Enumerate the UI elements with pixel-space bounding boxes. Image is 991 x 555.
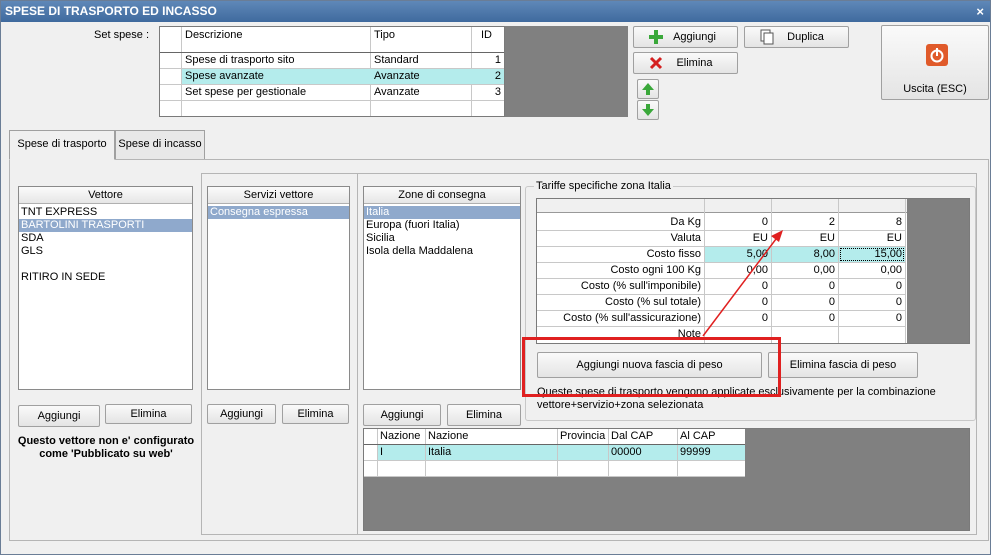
tab-spese-di-incasso[interactable]: Spese di incasso (115, 130, 205, 159)
tariffe-title: Tariffe specifiche zona Italia (534, 180, 673, 192)
vettore-warning: Questo vettore non e' configurato come '… (17, 435, 195, 460)
plus-icon (649, 30, 663, 44)
move-up-button[interactable] (637, 79, 659, 99)
elimina-button[interactable]: Elimina (633, 52, 738, 74)
list-item-selected[interactable]: Italia (364, 206, 520, 219)
tariffa-label: Costo (% sull'assicurazione) (563, 312, 701, 324)
close-icon[interactable]: × (976, 1, 984, 22)
servizi-elimina-button[interactable]: Elimina (282, 404, 349, 424)
zone-header: Zone di consegna (364, 187, 520, 204)
col-nazione-codice: Nazione (380, 430, 421, 442)
set-spese-row[interactable]: Spese di trasporto sito Standard 1 (182, 53, 504, 68)
tariffa-label: Valuta (670, 232, 701, 244)
set-spese-row[interactable]: Set spese per gestionale Avanzate 3 (182, 85, 504, 100)
vettore-header: Vettore (19, 187, 192, 204)
window-title: SPESE DI TRASPORTO ED INCASSO (5, 4, 217, 18)
highlight-box (522, 337, 781, 397)
col-nazione: Nazione (428, 430, 469, 442)
servizi-list[interactable]: Servizi vettore Consegna espressa (207, 186, 350, 390)
title-bar: SPESE DI TRASPORTO ED INCASSO × (1, 1, 990, 22)
aggiungi-button[interactable]: Aggiungi (633, 26, 738, 48)
tab-spese-di-trasporto[interactable]: Spese di trasporto (9, 130, 115, 160)
servizi-header: Servizi vettore (208, 187, 349, 204)
list-item[interactable]: Sicilia (364, 232, 520, 245)
nazioni-row-selected[interactable]: I Italia 00000 99999 (377, 445, 745, 460)
vettore-aggiungi-button[interactable]: Aggiungi (18, 405, 100, 427)
duplica-button[interactable]: Duplica (744, 26, 849, 48)
list-item[interactable]: TNT EXPRESS (19, 206, 192, 219)
vettore-list[interactable]: Vettore TNT EXPRESS BARTOLINI TRASPORTI … (18, 186, 193, 390)
tariffa-label: Costo (% sull'imponibile) (580, 280, 701, 292)
tariffa-label: Da Kg (670, 216, 701, 228)
copy-icon (760, 29, 774, 45)
arrow-down-icon (642, 104, 654, 116)
vettore-elimina-button[interactable]: Elimina (105, 404, 192, 424)
tariffa-label: Costo fisso (646, 248, 701, 260)
tariffa-cell[interactable]: 0 (839, 295, 905, 310)
nazioni-grid: Nazione Nazione Provincia Dal CAP Al CAP… (363, 428, 970, 531)
arrow-up-icon (642, 83, 654, 95)
uscita-button[interactable]: Uscita (ESC) (881, 25, 989, 100)
tariffa-label: Costo ogni 100 Kg (610, 264, 701, 276)
col-dal-cap: Dal CAP (611, 430, 654, 442)
col-tipo: Tipo (374, 29, 395, 41)
main-window: SPESE DI TRASPORTO ED INCASSO × Set spes… (0, 0, 991, 555)
tariffa-label: Costo (% sul totale) (605, 296, 701, 308)
tariffa-cell-focused[interactable]: 15,00 (839, 247, 905, 262)
list-item[interactable]: Isola della Maddalena (364, 245, 520, 258)
list-item[interactable] (19, 258, 192, 271)
zone-elimina-button[interactable]: Elimina (447, 404, 521, 426)
annotation-arrow (702, 230, 783, 337)
list-item[interactable]: Europa (fuori Italia) (364, 219, 520, 232)
set-spese-label: Set spese : (94, 29, 150, 41)
col-provincia: Provincia (560, 430, 606, 442)
set-spese-empty-area (505, 26, 628, 117)
list-item-selected[interactable]: Consegna espressa (208, 206, 349, 219)
col-al-cap: Al CAP (680, 430, 716, 442)
list-item[interactable]: RITIRO IN SEDE (19, 271, 192, 284)
col-id: ID (481, 29, 492, 41)
servizi-aggiungi-button[interactable]: Aggiungi (207, 404, 276, 424)
tariffa-cell[interactable]: 8 (839, 215, 905, 230)
col-descrizione: Descrizione (185, 29, 243, 41)
list-item[interactable]: GLS (19, 245, 192, 258)
tariffa-cell[interactable]: 0 (839, 279, 905, 294)
delete-x-icon (649, 56, 663, 70)
set-spese-row-selected[interactable]: Spese avanzate Avanzate 2 (182, 69, 504, 84)
tariffa-cell[interactable]: EU (839, 231, 905, 246)
list-item[interactable]: SDA (19, 232, 192, 245)
move-down-button[interactable] (637, 100, 659, 120)
tariffa-cell[interactable]: 0 (839, 311, 905, 326)
list-item-selected[interactable]: BARTOLINI TRASPORTI (19, 219, 192, 232)
zone-list[interactable]: Zone di consegna Italia Europa (fuori It… (363, 186, 521, 390)
elimina-fascia-button[interactable]: Elimina fascia di peso (768, 352, 918, 378)
zone-aggiungi-button[interactable]: Aggiungi (363, 404, 441, 426)
tariffa-cell[interactable]: 0,00 (839, 263, 905, 278)
power-icon (926, 44, 948, 66)
set-spese-grid: Descrizione Tipo ID Spese di trasporto s… (159, 26, 505, 117)
